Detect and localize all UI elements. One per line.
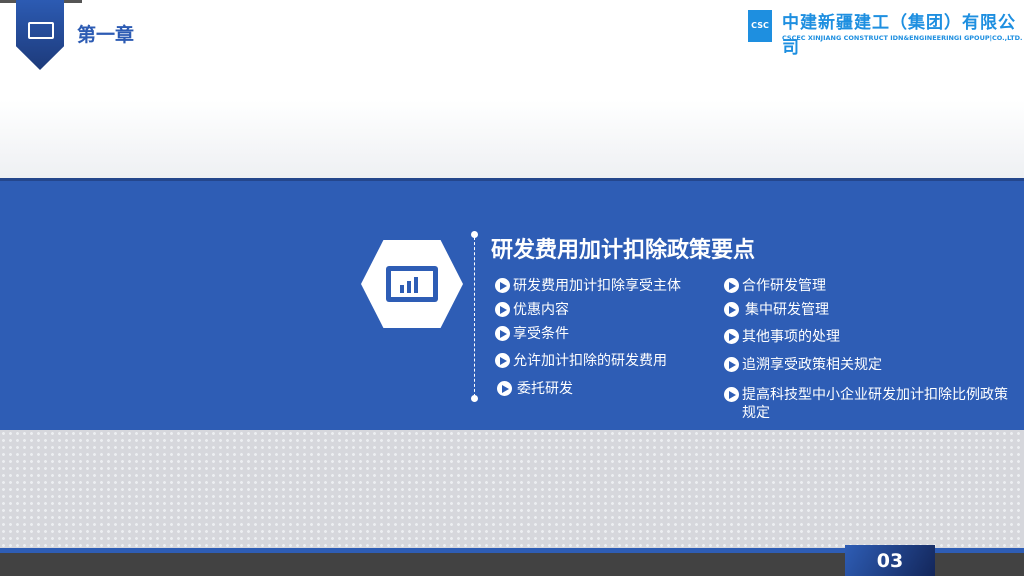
list-item: 追溯享受政策相关规定 [724, 356, 882, 374]
chapter-title: 第一章 [77, 24, 135, 46]
timeline-dot [471, 395, 478, 402]
list-item: 允许加计扣除的研发费用 [495, 352, 667, 370]
list-item: 委托研发 [497, 380, 573, 398]
item-label: 其他事项的处理 [742, 329, 840, 345]
item-label: 委托研发 [517, 381, 573, 397]
play-bullet-icon [724, 357, 739, 372]
list-item: 集中研发管理 [724, 301, 829, 319]
item-label: 允许加计扣除的研发费用 [513, 353, 667, 369]
play-bullet-icon [497, 381, 512, 396]
play-bullet-icon [495, 278, 510, 293]
list-item: 其他事项的处理 [724, 328, 840, 346]
item-label: 追溯享受政策相关规定 [742, 357, 882, 373]
list-item: 享受条件 [495, 325, 569, 343]
item-label: 集中研发管理 [745, 302, 829, 318]
tablet-chart-icon [386, 266, 438, 302]
fade-background [0, 100, 1024, 178]
list-item: 合作研发管理 [724, 277, 826, 295]
item-label: 合作研发管理 [742, 278, 826, 294]
list-item: 提高科技型中小企业研发加计扣除比例政策规定 [724, 386, 1014, 422]
tablet-chart-icon [28, 22, 54, 39]
list-item: 优惠内容 [495, 301, 569, 319]
play-bullet-icon [495, 302, 510, 317]
item-label: 优惠内容 [513, 302, 569, 318]
company-name-cn: 中建新疆建工（集团）有限公司 [782, 13, 1016, 58]
list-item: 研发费用加计扣除享受主体 [495, 277, 681, 295]
company-name-en: CSCEC XINJIANG CONSTRUCT IDN&ENGINEERING… [782, 34, 1023, 42]
item-label: 享受条件 [513, 326, 569, 342]
item-label: 提高科技型中小企业研发加计扣除比例政策规定 [742, 387, 1008, 421]
play-bullet-icon [724, 329, 739, 344]
timeline-dot [471, 231, 478, 238]
play-bullet-icon [724, 278, 739, 293]
page-number: 03 [845, 545, 935, 576]
timeline-line [474, 237, 475, 397]
play-bullet-icon [724, 387, 739, 402]
company-logo-icon: CSC [748, 10, 772, 42]
play-bullet-icon [724, 302, 739, 317]
section-title: 研发费用加计扣除政策要点 [491, 238, 756, 263]
play-bullet-icon [495, 326, 510, 341]
world-map-background [0, 430, 1024, 548]
play-bullet-icon [495, 353, 510, 368]
item-label: 研发费用加计扣除享受主体 [513, 278, 681, 294]
